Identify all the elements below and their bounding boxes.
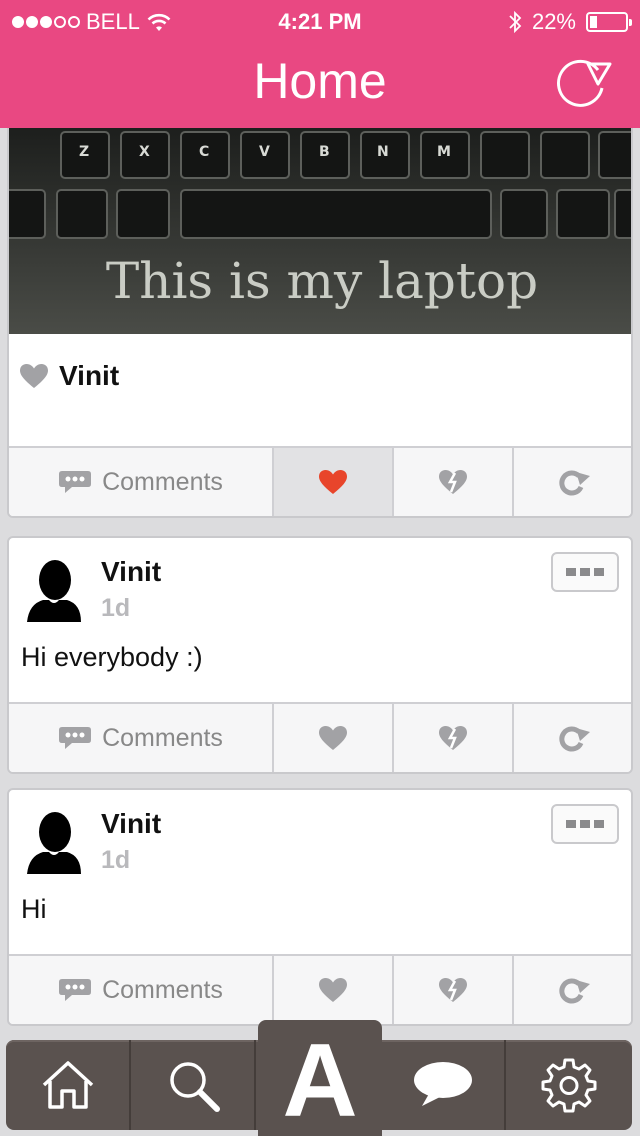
broken-heart-icon: [439, 470, 467, 494]
post-card: Z X C V B N M This is my laptop Vinit Co…: [7, 100, 633, 518]
page-title: Home: [253, 53, 387, 109]
broken-heart-icon: [439, 978, 467, 1002]
tab-search[interactable]: [131, 1040, 256, 1130]
gear-icon: [541, 1058, 596, 1113]
avatar[interactable]: [25, 810, 83, 874]
more-options-button[interactable]: [551, 552, 619, 592]
dislike-button[interactable]: [394, 448, 514, 516]
comments-label: Comments: [102, 467, 223, 496]
tab-messages[interactable]: [381, 1040, 506, 1130]
svg-text:X: X: [139, 144, 150, 160]
liked-by-row[interactable]: Vinit: [19, 360, 119, 392]
post-author[interactable]: Vinit: [101, 808, 161, 840]
svg-text:B: B: [319, 144, 330, 160]
avatar[interactable]: [25, 558, 83, 622]
comments-button[interactable]: Comments: [9, 448, 274, 516]
post-action-bar: Comments: [9, 446, 631, 516]
battery-percent: 22%: [531, 9, 576, 34]
post-card: Vinit 1d Hi Comments: [7, 788, 633, 1026]
chat-icon: [413, 1062, 472, 1106]
post-card: Vinit 1d Hi everybody :) Comments: [7, 536, 633, 774]
heart-icon: [319, 470, 347, 494]
tab-home[interactable]: [6, 1040, 131, 1130]
more-dot: [594, 568, 604, 576]
like-button[interactable]: [274, 448, 394, 516]
comment-bubble-icon: [59, 979, 92, 1001]
post-image[interactable]: Z X C V B N M This is my laptop: [9, 124, 631, 334]
like-button[interactable]: [274, 956, 394, 1024]
svg-text:N: N: [377, 144, 389, 160]
comments-button[interactable]: Comments: [9, 956, 274, 1024]
more-dot: [566, 568, 576, 576]
battery-fill: [590, 16, 597, 28]
repost-icon: [558, 726, 590, 752]
comment-bubble-icon: [59, 471, 92, 493]
svg-text:C: C: [199, 144, 209, 160]
status-bar: BELL 4:21 PM 22%: [0, 0, 640, 40]
post-header: Vinit 1d: [9, 538, 631, 633]
repost-button[interactable]: [514, 956, 631, 1024]
post-timestamp: 1d: [101, 594, 131, 622]
heart-icon: [319, 726, 347, 750]
liked-by-name: Vinit: [59, 360, 120, 391]
status-right: 22%: [508, 9, 632, 35]
search-icon: [169, 1062, 220, 1112]
more-dot: [580, 568, 590, 576]
home-icon: [42, 1061, 93, 1109]
more-options-button[interactable]: [551, 804, 619, 844]
comments-label: Comments: [102, 975, 223, 1004]
svg-text:V: V: [259, 144, 270, 160]
tab-settings[interactable]: [506, 1040, 631, 1130]
repost-icon: [558, 470, 590, 496]
broken-heart-icon: [439, 726, 467, 750]
post-timestamp: 1d: [101, 846, 131, 874]
more-dot: [580, 820, 590, 828]
more-dot: [594, 820, 604, 828]
post-text: Hi everybody :): [21, 642, 203, 672]
post-header: Vinit 1d: [9, 790, 631, 885]
post-text: Hi: [21, 894, 47, 924]
svg-text:M: M: [437, 144, 451, 160]
comments-button[interactable]: Comments: [9, 704, 274, 772]
svg-text:Z: Z: [79, 144, 89, 160]
post-author[interactable]: Vinit: [101, 556, 161, 588]
dislike-button[interactable]: [394, 704, 514, 772]
tab-app-center[interactable]: A: [258, 1020, 382, 1136]
like-button[interactable]: [274, 704, 394, 772]
refresh-icon[interactable]: [548, 52, 612, 108]
post-action-bar: Comments: [9, 954, 631, 1024]
comments-label: Comments: [102, 723, 223, 752]
feed: Z X C V B N M This is my laptop Vinit Co…: [0, 0, 640, 1136]
heart-icon: [20, 364, 48, 388]
dislike-button[interactable]: [394, 956, 514, 1024]
comment-bubble-icon: [59, 727, 92, 749]
post-action-bar: Comments: [9, 702, 631, 772]
app-header: BELL 4:21 PM 22% Home: [0, 0, 640, 128]
repost-button[interactable]: [514, 704, 631, 772]
heart-icon: [319, 978, 347, 1002]
repost-icon: [558, 978, 590, 1004]
battery-icon: [586, 12, 632, 32]
more-dot: [566, 820, 576, 828]
image-caption: This is my laptop: [105, 252, 539, 310]
app-logo: A: [282, 1023, 358, 1136]
repost-button[interactable]: [514, 448, 631, 516]
bluetooth-icon: [509, 10, 522, 34]
